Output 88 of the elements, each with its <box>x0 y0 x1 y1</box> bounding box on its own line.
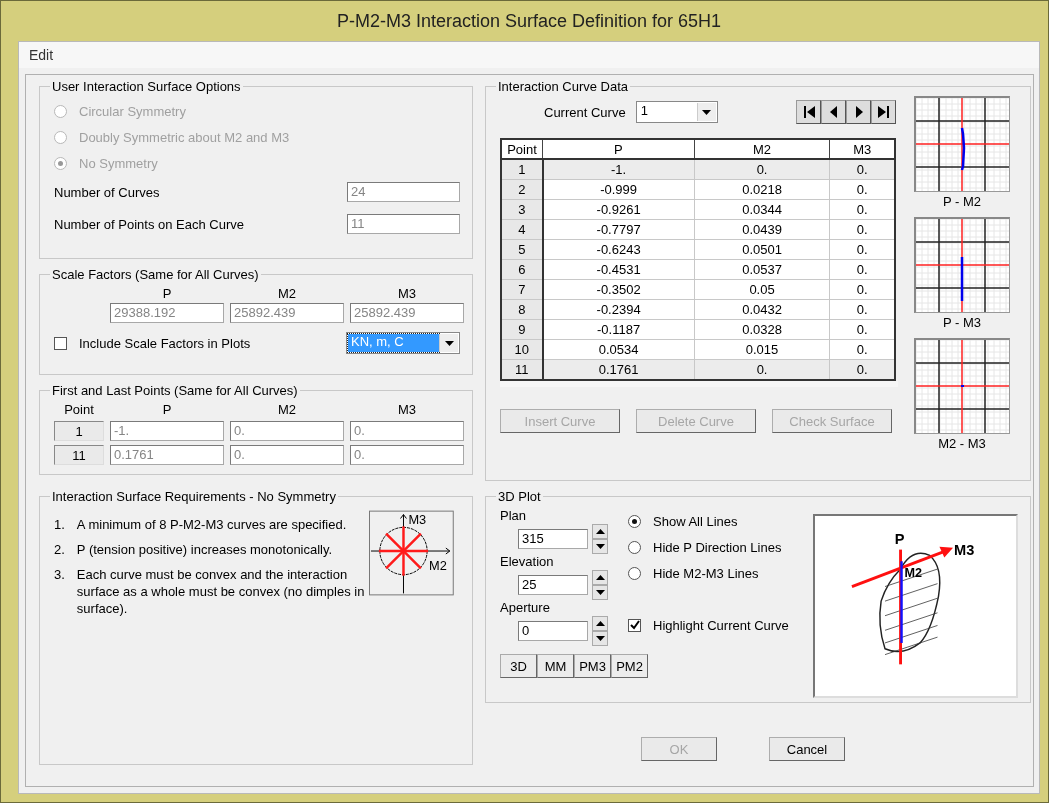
point-number: 1 <box>54 421 104 441</box>
radio-button[interactable] <box>628 540 641 554</box>
list-number: 2. <box>54 541 65 558</box>
field-label: Plan <box>500 508 528 524</box>
group-title: 3D Plot <box>497 489 542 504</box>
table-cell: 7 <box>501 279 543 300</box>
spin-down-button[interactable] <box>592 585 608 600</box>
up-arrow-icon <box>595 575 605 580</box>
up-arrow-icon <box>595 529 605 534</box>
spin-up-button[interactable] <box>592 570 608 585</box>
point-number: 11 <box>54 445 104 465</box>
table-cell: 2 <box>501 179 543 200</box>
group-title: Interaction Surface Requirements - No Symmetry <box>51 489 337 504</box>
units-dropdown[interactable]: KN, m, C <box>346 332 460 354</box>
radio-label: Hide M2-M3 Lines <box>653 565 759 581</box>
field-label: Number of Points on Each Curve <box>54 216 245 232</box>
requirement-text: A minimum of 8 P-M2-M3 curves are specified. <box>76 516 347 533</box>
field-label: Number of Curves <box>54 184 160 200</box>
nav-button[interactable] <box>821 100 846 124</box>
column-header: M2 <box>276 286 298 301</box>
radio-label: No Symmetry <box>79 155 158 171</box>
table-cell: 5 <box>501 239 543 260</box>
input-field[interactable]: 25 <box>518 575 588 595</box>
field-label: Elevation <box>500 554 555 570</box>
down-arrow-icon <box>444 340 454 346</box>
nav-button[interactable] <box>871 100 896 124</box>
spin-down-button[interactable] <box>592 539 608 554</box>
spin-down-button[interactable] <box>592 631 608 646</box>
field-label: Current Curve <box>544 104 626 120</box>
requirement-text: Each curve must be convex and the interaction surface as a whole must be convex (no dimples in surface). <box>76 566 366 617</box>
input-field[interactable]: 0 <box>518 621 588 641</box>
table-cell: 4 <box>501 219 543 240</box>
column-header: Point <box>63 402 95 417</box>
down-arrow-icon <box>702 109 712 115</box>
dialog-button[interactable]: Cancel <box>769 737 845 761</box>
spin-up-button[interactable] <box>592 616 608 631</box>
group-title: Interaction Curve Data <box>497 79 630 94</box>
menu-item[interactable]: Edit <box>25 45 58 65</box>
checkbox-label: Include Scale Factors in Plots <box>79 335 251 351</box>
table-cell: 1 <box>501 159 543 180</box>
nav-button[interactable] <box>796 100 821 124</box>
table-cell: 11 <box>501 359 543 380</box>
view-button[interactable]: MM <box>537 654 574 678</box>
table-cell: 9 <box>501 319 543 340</box>
column-header: M3 <box>396 286 418 301</box>
column-header: M2 <box>276 402 298 417</box>
down-arrow-icon <box>595 544 605 549</box>
group-title: First and Last Points (Same for All Curves) <box>51 383 299 398</box>
skip-forward-icon <box>875 104 892 120</box>
checkbox[interactable] <box>628 618 641 632</box>
surface-plot: P M3 M2 <box>812 514 1018 698</box>
up-arrow-icon <box>595 621 605 626</box>
column-header: M3 <box>396 402 418 417</box>
column-header: P <box>161 286 173 301</box>
curve-dropdown[interactable]: 1 <box>635 101 718 123</box>
radio-label: Hide P Direction Lines <box>653 539 782 555</box>
plot-label: P - M3 <box>942 315 982 330</box>
view-button[interactable]: PM2 <box>611 654 648 678</box>
radio-button[interactable] <box>628 514 641 528</box>
down-arrow-icon <box>595 590 605 595</box>
radio-label: Doubly Symmetric about M2 and M3 <box>79 129 290 145</box>
column-header: P <box>161 402 173 417</box>
radio-label: Show All Lines <box>653 513 738 529</box>
plot-label: M2 - M3 <box>938 436 986 451</box>
spin-up-button[interactable] <box>592 524 608 539</box>
checkmark-icon <box>629 620 640 630</box>
down-arrow-icon <box>595 636 605 641</box>
table-cell: 8 <box>501 299 543 320</box>
table-cell: 6 <box>501 259 543 280</box>
nav-button[interactable] <box>846 100 871 124</box>
table-cell: 10 <box>501 339 543 360</box>
window-title: P-M2-M3 Interaction Surface Definition for 65H1 <box>335 9 723 33</box>
plot-label: P - M2 <box>942 194 982 209</box>
group-title: User Interaction Surface Options <box>51 79 242 94</box>
radio-button[interactable] <box>628 566 641 580</box>
list-number: 1. <box>54 516 65 533</box>
table-cell: 3 <box>501 199 543 220</box>
field-label: Aperture <box>500 600 551 616</box>
input-field[interactable]: 315 <box>518 529 588 549</box>
list-number: 3. <box>54 566 65 584</box>
radio-label: Circular Symmetry <box>79 103 186 119</box>
view-button[interactable]: 3D <box>500 654 537 678</box>
checkbox[interactable] <box>54 336 67 350</box>
requirement-text: P (tension positive) increases monotonically. <box>76 541 333 558</box>
symmetry-diagram: M3 M2 <box>369 510 454 596</box>
group-title: Scale Factors (Same for All Curves) <box>51 267 260 282</box>
view-button[interactable]: PM3 <box>574 654 611 678</box>
checkbox-label: Highlight Current Curve <box>653 617 789 633</box>
